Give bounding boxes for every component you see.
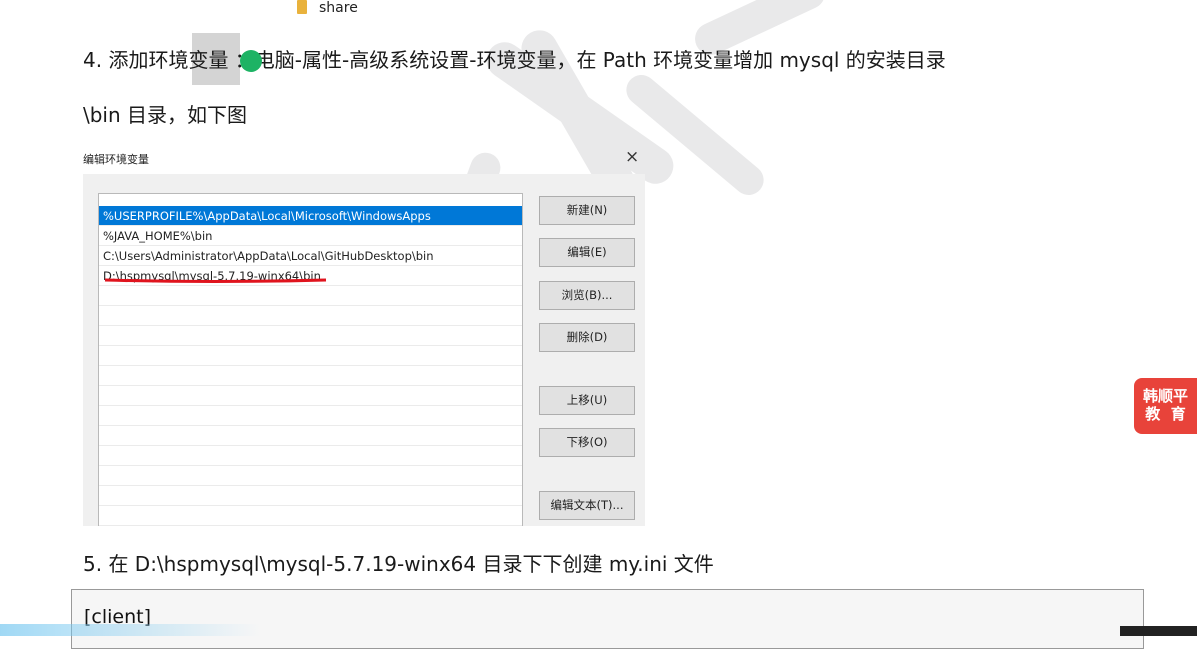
path-list[interactable]: %USERPROFILE%\AppData\Local\Microsoft\Wi…	[98, 193, 523, 526]
bottom-left-decoration	[0, 624, 260, 636]
step-5-text: 5. 在 D:\hspmysql\mysql-5.7.19-winx64 目录下…	[83, 552, 714, 576]
empty-row	[99, 426, 522, 446]
edit-text-button[interactable]: 编辑文本(T)...	[539, 491, 635, 520]
empty-row	[99, 306, 522, 326]
code-block	[71, 589, 1144, 649]
cursor-indicator	[240, 50, 262, 72]
empty-row	[99, 326, 522, 346]
empty-row	[99, 346, 522, 366]
delete-button[interactable]: 删除(D)	[539, 323, 635, 352]
brand-badge[interactable]: 韩顺平 教 育	[1134, 378, 1197, 434]
new-button[interactable]: 新建(N)	[539, 196, 635, 225]
empty-row	[99, 506, 522, 526]
step-4-continuation: \bin 目录，如下图	[83, 103, 248, 127]
badge-line-1: 韩顺平	[1142, 387, 1188, 405]
folder-icon	[297, 0, 307, 14]
edit-button[interactable]: 编辑(E)	[539, 238, 635, 267]
bottom-right-decoration	[1120, 626, 1197, 636]
badge-line-2: 教 育	[1145, 405, 1186, 423]
empty-row	[99, 446, 522, 466]
path-list-item[interactable]: %USERPROFILE%\AppData\Local\Microsoft\Wi…	[99, 206, 522, 226]
path-list-item[interactable]: D:\hspmysql\mysql-5.7.19-winx64\bin	[99, 266, 522, 286]
red-underline	[104, 278, 327, 283]
browse-button[interactable]: 浏览(B)...	[539, 281, 635, 310]
empty-row	[99, 466, 522, 486]
move-up-button[interactable]: 上移(U)	[539, 386, 635, 415]
empty-row	[99, 286, 522, 306]
empty-row	[99, 486, 522, 506]
empty-row	[99, 366, 522, 386]
step-4-text: 4. 添加环境变量 ：电脑-属性-高级系统设置-环境变量，在 Path 环境变量…	[83, 48, 946, 72]
path-list-item[interactable]: C:\Users\Administrator\AppData\Local\Git…	[99, 246, 522, 266]
share-folder-label: share	[319, 0, 358, 16]
empty-row	[99, 386, 522, 406]
move-down-button[interactable]: 下移(O)	[539, 428, 635, 457]
dialog-title: 编辑环境变量	[83, 153, 149, 166]
empty-row	[99, 406, 522, 426]
path-list-item[interactable]: %JAVA_HOME%\bin	[99, 226, 522, 246]
close-icon[interactable]: ×	[625, 147, 639, 167]
